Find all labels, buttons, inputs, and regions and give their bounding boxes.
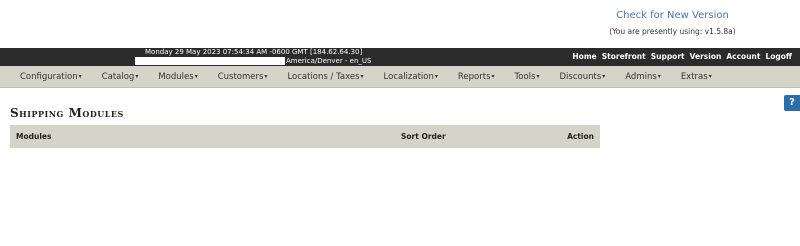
menu-label: Locations / Taxes xyxy=(287,72,360,82)
version-check: Check for New Version (You are presently… xyxy=(560,10,785,37)
menu-label: Discounts xyxy=(559,72,602,82)
main-menu: Configuration▾ Catalog▾ Modules▾ Custome… xyxy=(0,66,800,88)
caret-down-icon: ▾ xyxy=(194,73,198,80)
caret-down-icon: ▾ xyxy=(708,73,712,80)
admin-header-bar: Monday 29 May 2023 07:54:34 AM -0600 GMT… xyxy=(0,48,800,66)
menu-label: Admins xyxy=(625,72,657,82)
header-date-ip: Monday 29 May 2023 07:54:34 AM -0600 GMT… xyxy=(145,48,363,56)
menu-discounts[interactable]: Discounts▾ xyxy=(550,66,616,88)
menu-label: Modules xyxy=(158,72,194,82)
caret-down-icon: ▾ xyxy=(360,73,364,80)
page-title: Shipping Modules xyxy=(10,106,124,120)
menu-customers[interactable]: Customers▾ xyxy=(208,66,278,88)
menu-label: Tools xyxy=(514,72,536,82)
menu-configuration[interactable]: Configuration▾ xyxy=(10,66,92,88)
top-link-version[interactable]: Version xyxy=(690,52,722,62)
menu-label: Reports xyxy=(457,72,491,82)
top-link-support[interactable]: Support xyxy=(651,52,685,62)
header-bottom: America/Denver - en_US xyxy=(135,57,395,66)
table-header-row: Modules Sort Order Action xyxy=(10,125,600,148)
top-link-storefront[interactable]: Storefront xyxy=(602,52,646,62)
column-header-action: Action xyxy=(567,132,594,141)
caret-down-icon: ▾ xyxy=(135,73,139,80)
caret-down-icon: ▾ xyxy=(536,73,540,80)
menu-label: Configuration xyxy=(20,72,78,82)
menu-modules[interactable]: Modules▾ xyxy=(148,66,207,88)
column-header-sort-order: Sort Order xyxy=(401,132,446,141)
top-links: Home Storefront Support Version Account … xyxy=(572,52,792,62)
menu-localization[interactable]: Localization▾ xyxy=(374,66,448,88)
menu-label: Localization xyxy=(383,72,434,82)
menu-locations-taxes[interactable]: Locations / Taxes▾ xyxy=(277,66,373,88)
caret-down-icon: ▾ xyxy=(78,73,82,80)
menu-tools[interactable]: Tools▾ xyxy=(505,66,550,88)
column-header-modules: Modules xyxy=(16,132,52,141)
check-new-version-link[interactable]: Check for New Version xyxy=(560,10,785,22)
top-link-account[interactable]: Account xyxy=(726,52,760,62)
current-version-text: (You are presently using: v1.5.8a) xyxy=(609,27,736,36)
caret-down-icon: ▾ xyxy=(657,73,661,80)
caret-down-icon: ▾ xyxy=(434,73,438,80)
header-timezone-locale: America/Denver - en_US xyxy=(286,57,372,65)
menu-label: Customers xyxy=(217,72,264,82)
top-link-home[interactable]: Home xyxy=(572,52,596,62)
menu-catalog[interactable]: Catalog▾ xyxy=(92,66,149,88)
header-info: Monday 29 May 2023 07:54:34 AM -0600 GMT… xyxy=(145,48,362,57)
caret-down-icon: ▾ xyxy=(264,73,268,80)
shipping-modules-table: Modules Sort Order Action xyxy=(10,125,600,148)
redacted-field xyxy=(135,57,285,65)
caret-down-icon: ▾ xyxy=(602,73,606,80)
menu-admins[interactable]: Admins▾ xyxy=(615,66,671,88)
main-menubar: Configuration▾ Catalog▾ Modules▾ Custome… xyxy=(0,66,800,88)
caret-down-icon: ▾ xyxy=(491,73,495,80)
menu-reports[interactable]: Reports▾ xyxy=(448,66,505,88)
menu-extras[interactable]: Extras▾ xyxy=(671,66,722,88)
top-link-logoff[interactable]: Logoff xyxy=(765,52,792,62)
menu-label: Catalog xyxy=(101,72,135,82)
help-button[interactable]: ? xyxy=(784,95,800,111)
menu-label: Extras xyxy=(680,72,708,82)
